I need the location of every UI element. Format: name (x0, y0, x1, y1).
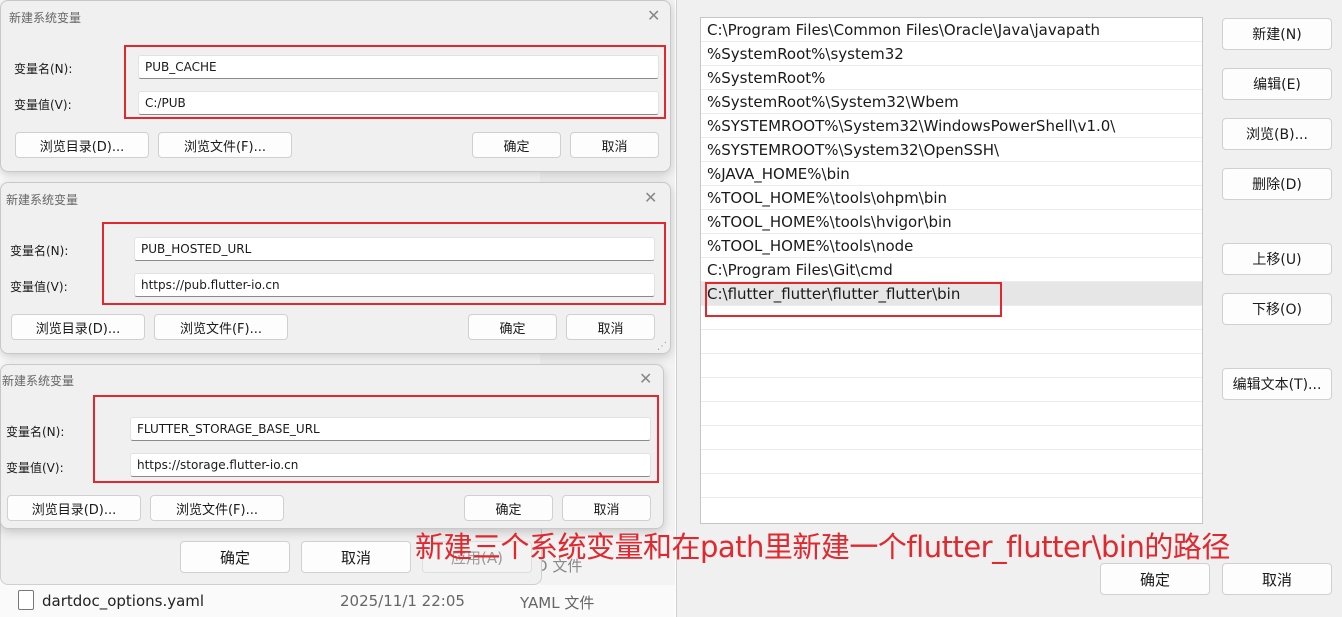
browse-dir-button[interactable]: 浏览目录(D)... (11, 314, 145, 340)
var-name-label: 变量名(N): (6, 425, 65, 439)
empty-row (701, 354, 1202, 378)
highlight-box (705, 282, 1002, 317)
path-entry[interactable]: C:\Program Files\Git\cmd (701, 258, 1202, 282)
path-entry[interactable]: %TOOL_HOME%\tools\node (701, 234, 1202, 258)
path-entry[interactable]: %SystemRoot%\system32 (701, 42, 1202, 66)
browse-file-button[interactable]: 浏览文件(F)... (154, 314, 288, 340)
new-var-dialog-2: 新建系统变量 ✕ 变量名(N): 变量值(V): PUB_HOSTED_URL … (0, 182, 671, 354)
new-var-dialog-1: 新建系统变量 ✕ 变量名(N): 变量值(V): PUB_CACHE C:/PU… (0, 0, 671, 172)
highlight-box (124, 45, 666, 119)
empty-row (701, 330, 1202, 354)
var-value-label: 变量值(V): (6, 461, 64, 475)
ok-button[interactable]: 确定 (464, 495, 553, 521)
path-entry[interactable]: %SystemRoot% (701, 66, 1202, 90)
var-value-label: 变量值(V): (14, 98, 72, 112)
path-entries-list[interactable]: C:\Program Files\Common Files\Oracle\Jav… (700, 17, 1203, 524)
edit-text-button[interactable]: 编辑文本(T)... (1222, 368, 1332, 400)
cancel-button[interactable]: 取消 (566, 314, 655, 340)
move-up-button[interactable]: 上移(U) (1222, 243, 1332, 275)
empty-row (701, 450, 1202, 474)
annotation-text: 新建三个系统变量和在path里新建一个flutter_flutter\bin的路… (415, 530, 1230, 564)
var-name-label: 变量名(N): (10, 244, 69, 258)
resize-grip-icon[interactable]: ⋰ (657, 341, 667, 352)
edit-button[interactable]: 编辑(E) (1222, 68, 1332, 100)
browse-button[interactable]: 浏览(B)... (1222, 118, 1332, 150)
env-cancel-button[interactable]: 取消 (301, 541, 411, 573)
path-entry[interactable]: %TOOL_HOME%\tools\ohpm\bin (701, 186, 1202, 210)
highlight-box (93, 395, 659, 483)
var-name-label: 变量名(N): (14, 62, 73, 76)
browse-file-button[interactable]: 浏览文件(F)... (150, 495, 284, 521)
path-entry[interactable]: %SystemRoot%\System32\Wbem (701, 90, 1202, 114)
browse-dir-button[interactable]: 浏览目录(D)... (7, 495, 141, 521)
file-date: 2025/11/1 22:05 (340, 592, 465, 610)
path-cancel-button[interactable]: 取消 (1222, 563, 1332, 595)
path-entry[interactable]: %SYSTEMROOT%\System32\WindowsPowerShell\… (701, 114, 1202, 138)
dialog-title: 新建系统变量 (9, 11, 82, 25)
delete-button[interactable]: 删除(D) (1222, 168, 1332, 200)
ok-button[interactable]: 确定 (468, 314, 557, 340)
path-entry[interactable]: %SYSTEMROOT%\System32\OpenSSH\ (701, 138, 1202, 162)
path-entry[interactable]: C:\Program Files\Common Files\Oracle\Jav… (701, 18, 1202, 42)
empty-row (701, 426, 1202, 450)
var-value-label: 变量值(V): (10, 280, 68, 294)
file-type: YAML 文件 (520, 594, 595, 612)
file-name[interactable]: dartdoc_options.yaml (42, 592, 204, 610)
cancel-button[interactable]: 取消 (562, 495, 651, 521)
close-icon[interactable]: ✕ (644, 190, 657, 206)
file-icon (18, 590, 34, 610)
close-icon[interactable]: ✕ (647, 8, 660, 24)
highlight-box (102, 222, 666, 305)
empty-row (701, 378, 1202, 402)
path-entry[interactable]: %TOOL_HOME%\tools\hvigor\bin (701, 210, 1202, 234)
new-var-dialog-3: 新建系统变量 ✕ 变量名(N): 变量值(V): FLUTTER_STORAGE… (0, 364, 664, 529)
browse-dir-button[interactable]: 浏览目录(D)... (15, 132, 149, 158)
close-icon[interactable]: ✕ (639, 371, 652, 387)
empty-row (701, 474, 1202, 498)
env-ok-button[interactable]: 确定 (180, 541, 290, 573)
path-ok-button[interactable]: 确定 (1100, 563, 1210, 595)
cancel-button[interactable]: 取消 (570, 132, 659, 158)
dialog-title: 新建系统变量 (2, 374, 75, 388)
path-entry[interactable]: %JAVA_HOME%\bin (701, 162, 1202, 186)
empty-row (701, 402, 1202, 426)
browse-file-button[interactable]: 浏览文件(F)... (158, 132, 292, 158)
move-down-button[interactable]: 下移(O) (1222, 293, 1332, 325)
ok-button[interactable]: 确定 (472, 132, 561, 158)
dialog-title: 新建系统变量 (6, 193, 79, 207)
new-button[interactable]: 新建(N) (1222, 18, 1332, 50)
